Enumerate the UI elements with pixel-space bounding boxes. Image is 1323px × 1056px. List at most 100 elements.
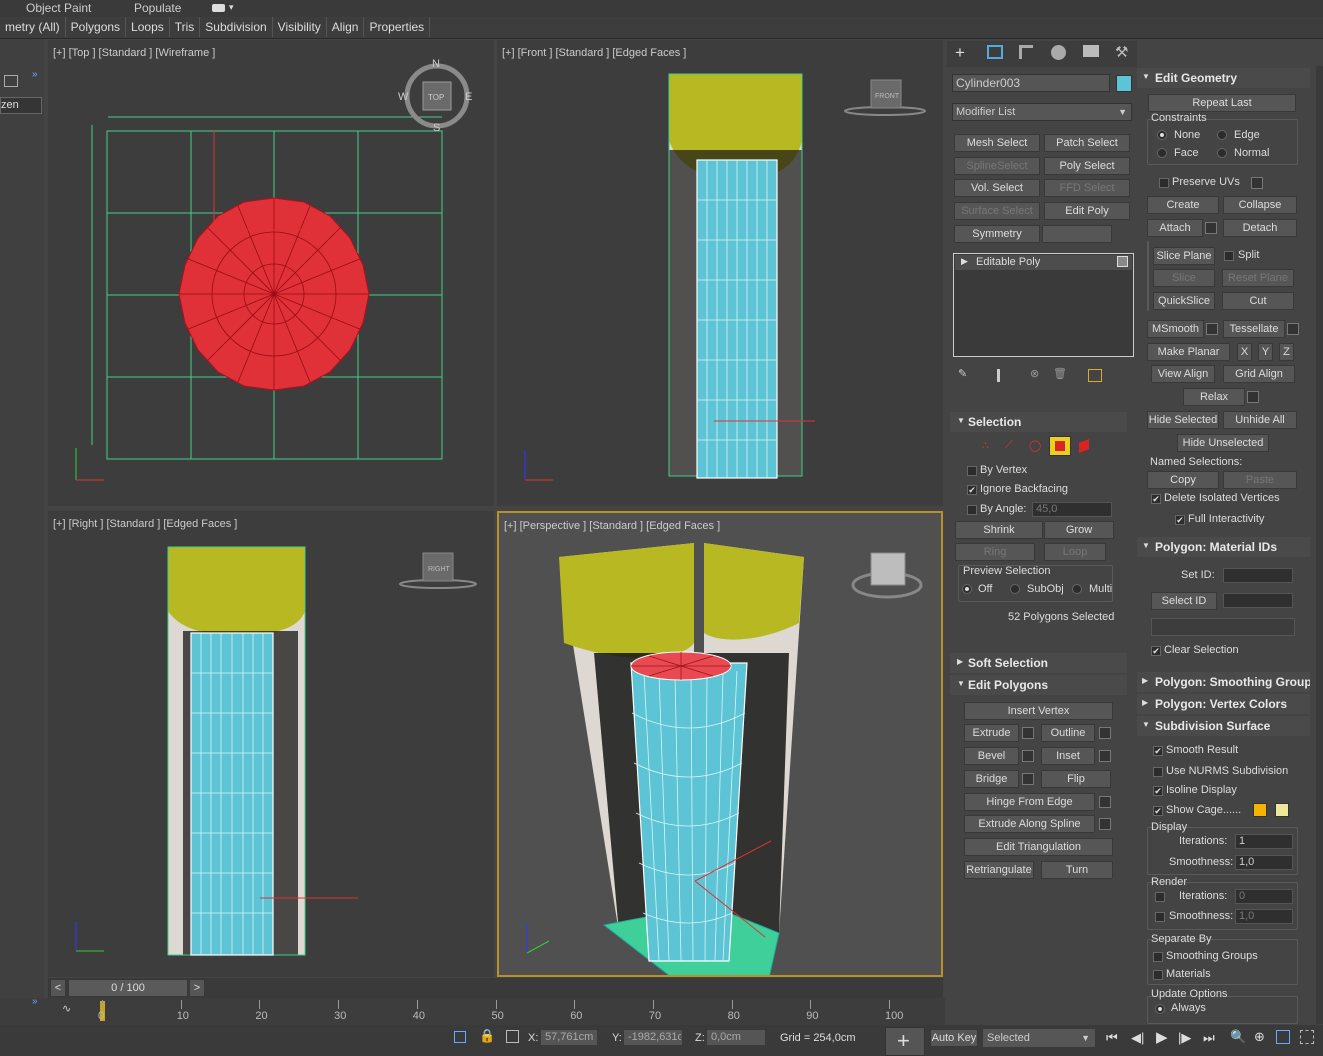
edge-mode-icon[interactable]: ⟋ — [1005, 439, 1013, 452]
unhide-all-button[interactable]: Unhide All — [1223, 411, 1297, 429]
next-key-icon[interactable]: |▶ — [1178, 1030, 1191, 1046]
populate-tab[interactable]: Populate — [134, 1, 181, 15]
relax-button[interactable]: Relax — [1183, 388, 1245, 406]
expand-icon[interactable]: ▶ — [1142, 698, 1148, 707]
copy-button[interactable]: Copy — [1147, 471, 1219, 489]
configure-sets-icon[interactable] — [1088, 369, 1102, 382]
element-mode-icon[interactable] — [1079, 439, 1089, 453]
edit-poly-button[interactable]: Edit Poly — [1044, 202, 1130, 220]
planar-y-button[interactable]: Y — [1258, 343, 1273, 361]
planar-z-button[interactable]: Z — [1279, 343, 1294, 361]
time-slider[interactable]: 0 / 100 — [68, 979, 188, 997]
attach-settings-icon[interactable] — [1205, 222, 1217, 234]
inset-button[interactable]: Inset — [1041, 747, 1095, 765]
repeat-last-button[interactable]: Repeat Last — [1148, 94, 1296, 112]
by-angle-checkbox[interactable] — [967, 505, 977, 515]
viewport-front-label[interactable]: [+] [Front ] [Standard ] [Edged Faces ] — [502, 47, 686, 59]
viewport-right[interactable]: [+] [Right ] [Standard ] [Edged Faces ] … — [48, 511, 494, 977]
render-iterations-spinner[interactable]: 0 — [1235, 889, 1293, 904]
make-planar-button[interactable]: Make Planar — [1147, 343, 1230, 361]
utilities-tab-icon[interactable]: ⚒ — [1115, 43, 1128, 61]
outline-button[interactable]: Outline — [1041, 724, 1095, 742]
viewport-top-label[interactable]: [+] [Top ] [Standard ] [Wireframe ] — [53, 47, 215, 59]
empty-modifier-button[interactable] — [1042, 225, 1112, 243]
play-icon[interactable]: ▶ — [1156, 1028, 1168, 1046]
constraint-normal-radio[interactable] — [1217, 148, 1227, 158]
panel-scrollbar[interactable] — [1316, 66, 1323, 1024]
show-end-result-icon[interactable] — [997, 369, 1000, 382]
expand-icon[interactable]: » — [32, 996, 38, 1007]
viewport-persp-label[interactable]: [+] [Perspective ] [Standard ] [Edged Fa… — [504, 520, 720, 532]
edit-geometry-rollout-header[interactable]: Edit Geometry — [1137, 68, 1310, 88]
delete-isolated-checkbox[interactable]: ✔ — [1151, 494, 1161, 504]
always-radio[interactable] — [1155, 1004, 1165, 1014]
auto-key-button[interactable]: Auto Key — [930, 1029, 978, 1047]
display-iterations-spinner[interactable]: 1 — [1235, 834, 1293, 849]
collapse-icon[interactable]: ▼ — [957, 416, 965, 425]
viewport-top[interactable]: [+] [Top ] [Standard ] [Wireframe ] TOP … — [48, 40, 494, 506]
make-unique-icon[interactable]: ⊗ — [1030, 367, 1039, 380]
modifier-list-dropdown[interactable]: Modifier List ▼ — [952, 103, 1132, 121]
toggle-icon[interactable] — [212, 4, 225, 12]
scene-item-label[interactable]: zen — [1, 99, 19, 111]
y-coord-field[interactable]: -1982,631c — [624, 1030, 682, 1045]
soft-selection-rollout[interactable]: Soft Selection — [950, 653, 1127, 673]
track-bar[interactable]: » ∿ 0 10 20 30 40 50 60 70 80 90 100 — [0, 996, 945, 1025]
create-button[interactable]: Create — [1147, 196, 1219, 214]
create-tab-icon[interactable]: + — [955, 43, 965, 63]
expand-icon[interactable]: ▶ — [957, 657, 963, 666]
cage-color-swatch-2[interactable] — [1275, 803, 1289, 817]
key-filter-dropdown[interactable]: Selected ▼ — [983, 1029, 1095, 1047]
bevel-button[interactable]: Bevel — [964, 747, 1019, 765]
paste-button[interactable]: Paste — [1223, 471, 1297, 489]
vol-select-button[interactable]: Vol. Select — [954, 179, 1040, 197]
ribbon-tab-subdivision[interactable]: Subdivision — [200, 17, 273, 37]
ribbon-tab-visibility[interactable]: Visibility — [273, 17, 327, 37]
extrude-settings-icon[interactable] — [1022, 727, 1034, 739]
inset-settings-icon[interactable] — [1099, 750, 1111, 762]
border-mode-icon[interactable]: ◯ — [1029, 439, 1041, 452]
selection-lock-icon[interactable] — [454, 1031, 466, 1043]
set-id-spinner[interactable] — [1223, 568, 1293, 583]
expand-arrow-icon[interactable]: ▶ — [961, 256, 968, 267]
view-align-button[interactable]: View Align — [1151, 365, 1215, 383]
object-color-swatch[interactable] — [1116, 75, 1132, 92]
preserve-uvs-settings-icon[interactable] — [1251, 177, 1263, 189]
remove-modifier-icon[interactable]: 🗑 — [1053, 367, 1067, 380]
planar-x-button[interactable]: X — [1237, 343, 1252, 361]
next-frame-button[interactable]: > — [189, 979, 205, 997]
ribbon-tab-loops[interactable]: Loops — [126, 17, 170, 37]
constraint-none-radio[interactable] — [1157, 130, 1167, 140]
bridge-button[interactable]: Bridge — [964, 770, 1019, 788]
by-vertex-checkbox[interactable] — [967, 466, 977, 476]
attach-button[interactable]: Attach — [1147, 219, 1203, 237]
relax-settings-icon[interactable] — [1247, 391, 1259, 403]
tessellate-settings-icon[interactable] — [1287, 323, 1299, 335]
render-iterations-checkbox[interactable] — [1155, 892, 1165, 902]
vertex-mode-icon[interactable]: ∴ — [982, 439, 989, 452]
display-smoothness-spinner[interactable]: 1,0 — [1235, 855, 1293, 870]
ribbon-tab-properties[interactable]: Properties — [364, 17, 431, 37]
use-nurms-checkbox[interactable] — [1153, 767, 1163, 777]
clear-selection-checkbox[interactable]: ✔ — [1151, 646, 1161, 656]
surface-select-button[interactable]: Surface Select — [954, 202, 1040, 220]
loop-button[interactable]: Loop — [1044, 543, 1106, 561]
maximize-viewport-icon[interactable] — [1300, 1030, 1314, 1044]
collapse-icon[interactable]: ▼ — [1142, 720, 1150, 729]
material-name-dropdown[interactable] — [1151, 618, 1295, 636]
flip-button[interactable]: Flip — [1041, 770, 1111, 788]
object-paint-tab[interactable]: Object Paint — [26, 1, 91, 15]
zoom-extents-icon[interactable] — [1276, 1030, 1290, 1044]
viewport-perspective[interactable]: [+] [Perspective ] [Standard ] [Edged Fa… — [497, 511, 943, 977]
extrude-button[interactable]: Extrude — [964, 724, 1019, 742]
z-coord-field[interactable]: 0,0cm — [707, 1030, 765, 1045]
prev-frame-button[interactable]: < — [50, 979, 66, 997]
cut-button[interactable]: Cut — [1222, 292, 1294, 310]
collapse-icon[interactable]: ▼ — [957, 679, 965, 688]
expand-icon[interactable]: ▶ — [1142, 676, 1148, 685]
prev-key-icon[interactable]: ◀| — [1131, 1030, 1144, 1046]
subdivision-rollout-header[interactable]: Subdivision Surface — [1137, 716, 1310, 736]
grid-align-button[interactable]: Grid Align — [1223, 365, 1295, 383]
ring-button[interactable]: Ring — [955, 543, 1035, 561]
hinge-from-edge-button[interactable]: Hinge From Edge — [964, 793, 1095, 811]
